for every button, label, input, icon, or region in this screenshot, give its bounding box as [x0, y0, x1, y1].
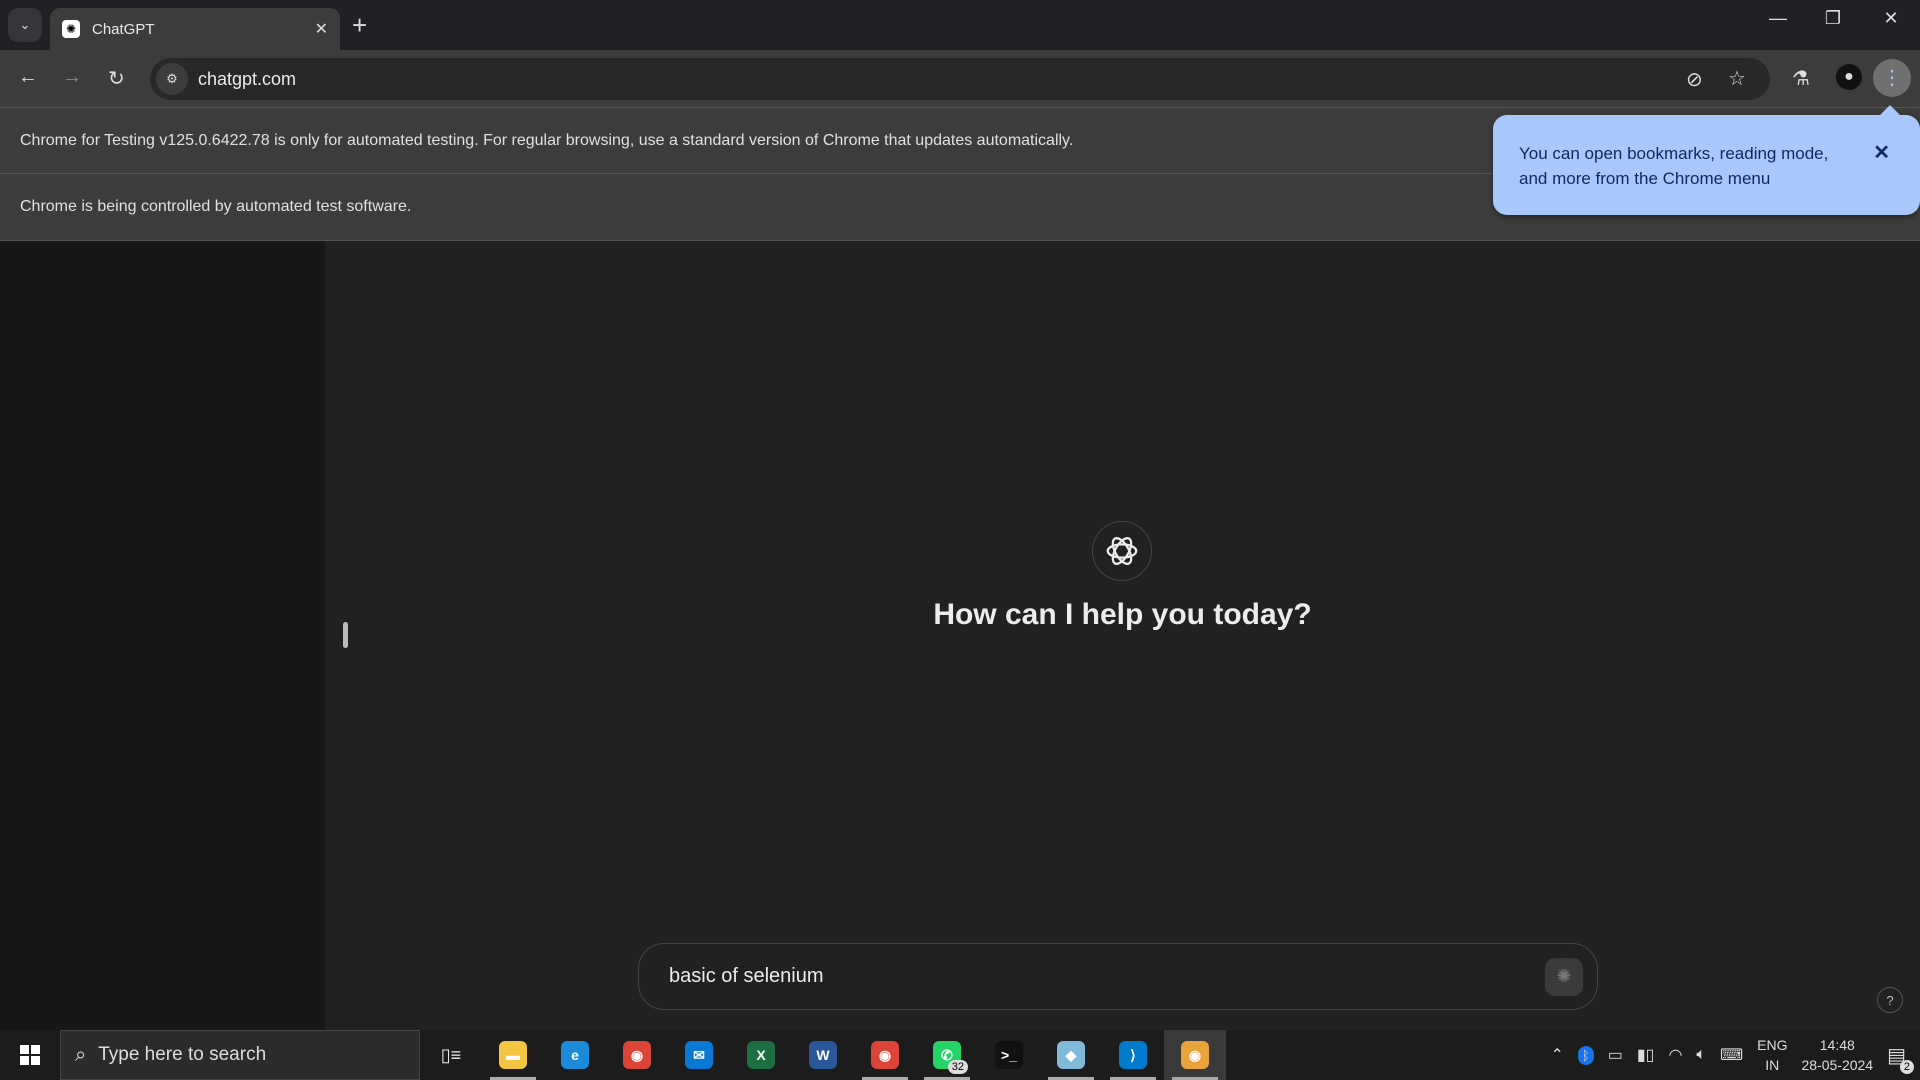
close-window-button[interactable]: ✕ — [1871, 8, 1911, 29]
battery-icon[interactable]: ▮▯ — [1637, 1045, 1655, 1065]
terminal-icon: >_ — [995, 1041, 1023, 1069]
taskbar-app-chrome[interactable]: ◉ — [606, 1030, 668, 1080]
time: 14:48 — [1819, 1037, 1855, 1053]
chrome-labs-icon[interactable]: ⚗ — [1792, 66, 1810, 91]
tab-search-button[interactable]: ⌄ — [8, 8, 42, 42]
date: 28-05-2024 — [1801, 1057, 1874, 1073]
lang-top: ENG — [1757, 1037, 1788, 1053]
tab-strip: ⌄ ✺ ChatGPT ✕ + — ❐ ✕ — [0, 0, 1920, 50]
toolbar: ← → ↻ ⚙ chatgpt.com ⊘ ☆ ⚗ ● ⋮ — [0, 50, 1920, 108]
bookmark-star-icon[interactable]: ☆ — [1728, 66, 1746, 91]
task-view-button[interactable]: ▯≡ — [420, 1030, 482, 1080]
system-tray: ⌃ ᛒ ▭ ▮▯ ◠ 🔈︎ ⌨ ENG IN 14:48 28-05-2024 ▤ 2 — [1551, 1030, 1920, 1080]
wifi-icon[interactable]: ◠ — [1668, 1045, 1682, 1065]
close-tab-icon[interactable]: ✕ — [315, 19, 328, 39]
file-explorer-icon: ▬ — [499, 1041, 527, 1069]
restore-button[interactable]: ❐ — [1813, 8, 1853, 29]
taskbar-app-vscode[interactable]: ⟩ — [1102, 1030, 1164, 1080]
taskbar-app-whatsapp[interactable]: ✆ 32 — [916, 1030, 978, 1080]
task-view-icon: ▯≡ — [440, 1044, 462, 1065]
volume-icon[interactable]: 🔈︎ — [1696, 1046, 1706, 1064]
windows-icon — [20, 1045, 40, 1065]
profile-icon[interactable]: ● — [1836, 64, 1862, 90]
close-icon[interactable]: ✕ — [1873, 141, 1890, 166]
back-button[interactable]: ← — [18, 66, 38, 89]
mail-icon: ✉ — [685, 1041, 713, 1069]
page-heading: How can I help you today? — [933, 598, 1312, 631]
excel-icon: X — [747, 1041, 775, 1069]
taskbar-app-word[interactable]: W — [792, 1030, 854, 1080]
notes-app-icon: ◆ — [1057, 1041, 1085, 1069]
whatsapp-badge: 32 — [947, 1060, 968, 1074]
chrome-menu-icon[interactable]: ⋮ — [1873, 59, 1911, 97]
site-info-icon[interactable]: ⚙ — [156, 63, 188, 95]
minimize-button[interactable]: — — [1758, 8, 1798, 29]
taskbar-app-excel[interactable]: X — [730, 1030, 792, 1080]
lang-bottom: IN — [1765, 1057, 1780, 1073]
chrome-for-testing-icon: ◉ — [1181, 1041, 1209, 1069]
language-indicator[interactable]: ENG IN — [1757, 1035, 1787, 1075]
url-text[interactable]: chatgpt.com — [198, 69, 296, 90]
taskbar-app-file-explorer[interactable]: ▬ — [482, 1030, 544, 1080]
help-button[interactable]: ? — [1877, 987, 1903, 1013]
taskbar-app-notes-app[interactable]: ◆ — [1040, 1030, 1102, 1080]
infobar-automation-text: Chrome is being controlled by automated … — [20, 198, 412, 215]
message-composer: ✺ — [638, 943, 1598, 1010]
chrome-icon: ◉ — [623, 1041, 651, 1069]
reload-button[interactable]: ↻ — [108, 66, 125, 91]
tab-title: ChatGPT — [92, 20, 155, 38]
openai-favicon-icon: ✺ — [62, 20, 80, 38]
infobar-testing-text: Chrome for Testing v125.0.6422.78 is onl… — [20, 131, 1074, 149]
show-hidden-icons-icon[interactable]: ⌃ — [1551, 1045, 1564, 1065]
loading-spinner-icon[interactable]: ✺ — [1545, 957, 1583, 996]
start-button[interactable] — [0, 1030, 60, 1080]
search-icon: ⌕ — [75, 1043, 87, 1066]
openai-logo-icon — [1092, 521, 1152, 581]
taskbar-app-mail[interactable]: ✉ — [668, 1030, 730, 1080]
word-icon: W — [809, 1041, 837, 1069]
camera-icon[interactable]: ▭ — [1608, 1045, 1623, 1065]
forward-button[interactable]: → — [62, 66, 82, 89]
windows-taskbar: ⌕ Type here to search ▯≡ ▬ e ◉ ✉ X W ◉ ✆ 32 >_ ◆ ⟩ ◉… — [0, 1030, 1920, 1080]
edge-icon: e — [561, 1041, 589, 1069]
tab-chatgpt[interactable]: ✺ ChatGPT ✕ — [50, 8, 340, 50]
chevron-down-icon: ⌄ — [19, 17, 31, 32]
chrome-menu-tip-bubble: You can open bookmarks, reading mode, an… — [1493, 105, 1920, 215]
notifications-button[interactable]: ▤ 2 — [1887, 1043, 1914, 1074]
bluetooth-icon[interactable]: ᛒ — [1577, 1045, 1594, 1065]
taskbar-search-box[interactable]: ⌕ Type here to search — [60, 1030, 420, 1080]
taskbar-app-terminal[interactable]: >_ — [978, 1030, 1040, 1080]
chrome-profile-icon: ◉ — [871, 1041, 899, 1069]
clock[interactable]: 14:48 28-05-2024 — [1801, 1035, 1873, 1075]
new-tab-button[interactable]: + — [352, 10, 367, 41]
message-input[interactable] — [669, 965, 1545, 988]
bubble-text: You can open bookmarks, reading mode, an… — [1519, 144, 1829, 188]
sidebar — [0, 241, 325, 1030]
taskbar-app-chrome-for-testing[interactable]: ◉ — [1164, 1030, 1226, 1080]
search-placeholder: Type here to search — [98, 1044, 267, 1065]
taskbar-app-chrome-profile[interactable]: ◉ — [854, 1030, 916, 1080]
vscode-icon: ⟩ — [1119, 1041, 1147, 1069]
taskbar-app-edge[interactable]: e — [544, 1030, 606, 1080]
notification-count: 2 — [1899, 1059, 1914, 1074]
eye-off-icon[interactable]: ⊘ — [1686, 67, 1703, 92]
address-bar[interactable]: ⚙ chatgpt.com ⊘ ☆ — [150, 58, 1770, 100]
keyboard-icon[interactable]: ⌨ — [1720, 1045, 1743, 1065]
